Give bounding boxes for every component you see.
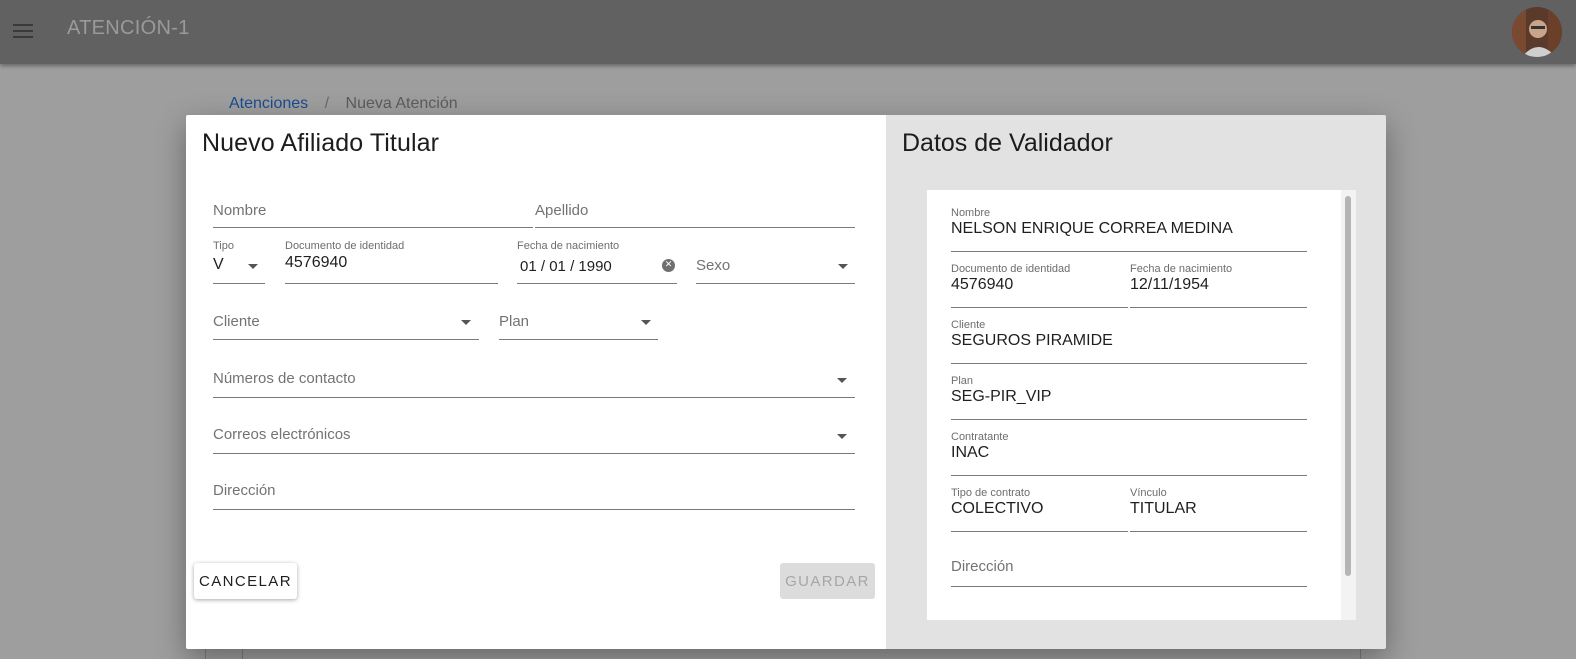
fecha-sep: /	[540, 258, 546, 275]
validator-documento-label: Documento de identidad	[951, 263, 1071, 275]
direccion-field[interactable]: Dirección	[213, 474, 855, 510]
breadcrumb-separator: /	[324, 95, 330, 112]
breadcrumb-current: Nueva Atención	[345, 95, 458, 112]
plan-select[interactable]: Plan	[499, 296, 658, 340]
contacto-label: Números de contacto	[213, 370, 356, 387]
documento-label: Documento de identidad	[285, 240, 405, 252]
validator-cliente: Cliente SEGUROS PIRAMIDE	[951, 319, 1307, 364]
scrollbar-thumb[interactable]	[1345, 196, 1351, 576]
validator-documento: Documento de identidad 4576940	[951, 263, 1128, 308]
correos-select[interactable]: Correos electrónicos	[213, 418, 855, 454]
validator-plan: Plan SEG-PIR_VIP	[951, 375, 1307, 420]
apellido-label: Apellido	[535, 202, 589, 219]
clear-icon[interactable]: ✕	[662, 259, 675, 272]
validator-contratante-value: INAC	[951, 444, 990, 461]
chevron-down-icon	[838, 264, 848, 269]
validator-fecha-value: 12/11/1954	[1130, 276, 1209, 293]
chevron-down-icon	[248, 264, 258, 269]
fecha-year[interactable]: 1990	[578, 258, 611, 275]
menu-icon[interactable]	[12, 20, 34, 42]
validator-tipo-contrato: Tipo de contrato COLECTIVO	[951, 487, 1128, 532]
validator-direccion: Dirección	[951, 546, 1307, 587]
validator-plan-label: Plan	[951, 375, 974, 387]
sexo-select[interactable]: Sexo	[696, 240, 855, 284]
fecha-label: Fecha de nacimiento	[517, 240, 620, 252]
cancel-button[interactable]: CANCELAR	[194, 563, 297, 599]
chevron-down-icon	[461, 320, 471, 325]
validator-tipo-contrato-value: COLECTIVO	[951, 500, 1044, 517]
apellido-field[interactable]: Apellido	[535, 199, 855, 228]
breadcrumb-link-atenciones[interactable]: Atenciones	[229, 95, 308, 112]
validator-documento-value: 4576940	[951, 276, 1014, 293]
chevron-down-icon	[641, 320, 651, 325]
validator-nombre: Nombre NELSON ENRIQUE CORREA MEDINA	[951, 207, 1307, 252]
app-title: ATENCIÓN-1	[67, 17, 190, 39]
chevron-down-icon	[837, 434, 847, 439]
fecha-value: 01 / 01 / 1990	[520, 258, 612, 275]
validator-plan-value: SEG-PIR_VIP	[951, 388, 1052, 405]
new-affiliate-dialog: Nuevo Afiliado Titular Nombre Apellido T…	[186, 115, 1386, 649]
fecha-day[interactable]: 01	[520, 258, 537, 275]
affiliate-form: Nuevo Afiliado Titular Nombre Apellido T…	[186, 115, 886, 649]
tipo-label: Tipo	[213, 240, 234, 252]
validator-panel: Datos de Validador Nombre NELSON ENRIQUE…	[886, 115, 1386, 649]
breadcrumb: Atenciones / Nueva Atención	[229, 95, 458, 113]
validator-direccion-label: Dirección	[951, 558, 1014, 575]
validator-fecha: Fecha de nacimiento 12/11/1954	[1130, 263, 1307, 308]
nombre-field[interactable]: Nombre	[213, 199, 533, 228]
validator-vinculo: Vínculo TITULAR	[1130, 487, 1307, 532]
validator-title: Datos de Validador	[902, 129, 1113, 157]
plan-label: Plan	[499, 313, 530, 330]
dialog-title: Nuevo Afiliado Titular	[202, 129, 440, 157]
documento-value: 4576940	[285, 254, 348, 271]
cliente-label: Cliente	[213, 313, 260, 330]
nombre-label: Nombre	[213, 202, 267, 219]
validator-nombre-label: Nombre	[951, 207, 991, 219]
validator-scroll-area[interactable]: Nombre NELSON ENRIQUE CORREA MEDINA Docu…	[927, 190, 1356, 620]
validator-cliente-label: Cliente	[951, 319, 986, 331]
sexo-label: Sexo	[696, 257, 731, 274]
fecha-sep: /	[570, 258, 575, 275]
validator-vinculo-label: Vínculo	[1130, 487, 1167, 499]
validator-contratante-label: Contratante	[951, 431, 1009, 443]
direccion-label: Dirección	[213, 482, 276, 499]
validator-fecha-label: Fecha de nacimiento	[1130, 263, 1233, 275]
documento-field[interactable]: Documento de identidad 4576940	[285, 240, 498, 284]
validator-contratante: Contratante INAC	[951, 431, 1307, 476]
tipo-select[interactable]: Tipo V	[213, 240, 265, 284]
fecha-month[interactable]: 01	[549, 258, 566, 275]
contacto-select[interactable]: Números de contacto	[213, 362, 855, 398]
user-avatar[interactable]	[1512, 7, 1562, 57]
save-button[interactable]: GUARDAR	[780, 563, 875, 599]
validator-tipo-contrato-label: Tipo de contrato	[951, 487, 1031, 499]
chevron-down-icon	[837, 378, 847, 383]
validator-cliente-value: SEGUROS PIRAMIDE	[951, 332, 1113, 349]
correos-label: Correos electrónicos	[213, 426, 351, 443]
cliente-select[interactable]: Cliente	[213, 296, 479, 340]
app-bar: ATENCIÓN-1	[0, 0, 1576, 64]
validator-vinculo-value: TITULAR	[1130, 500, 1197, 517]
validator-scrollbar[interactable]	[1341, 190, 1356, 620]
tipo-value: V	[213, 256, 224, 273]
fecha-nacimiento-field[interactable]: Fecha de nacimiento 01 / 01 / 1990 ✕	[517, 240, 677, 284]
validator-nombre-value: NELSON ENRIQUE CORREA MEDINA	[951, 220, 1233, 237]
